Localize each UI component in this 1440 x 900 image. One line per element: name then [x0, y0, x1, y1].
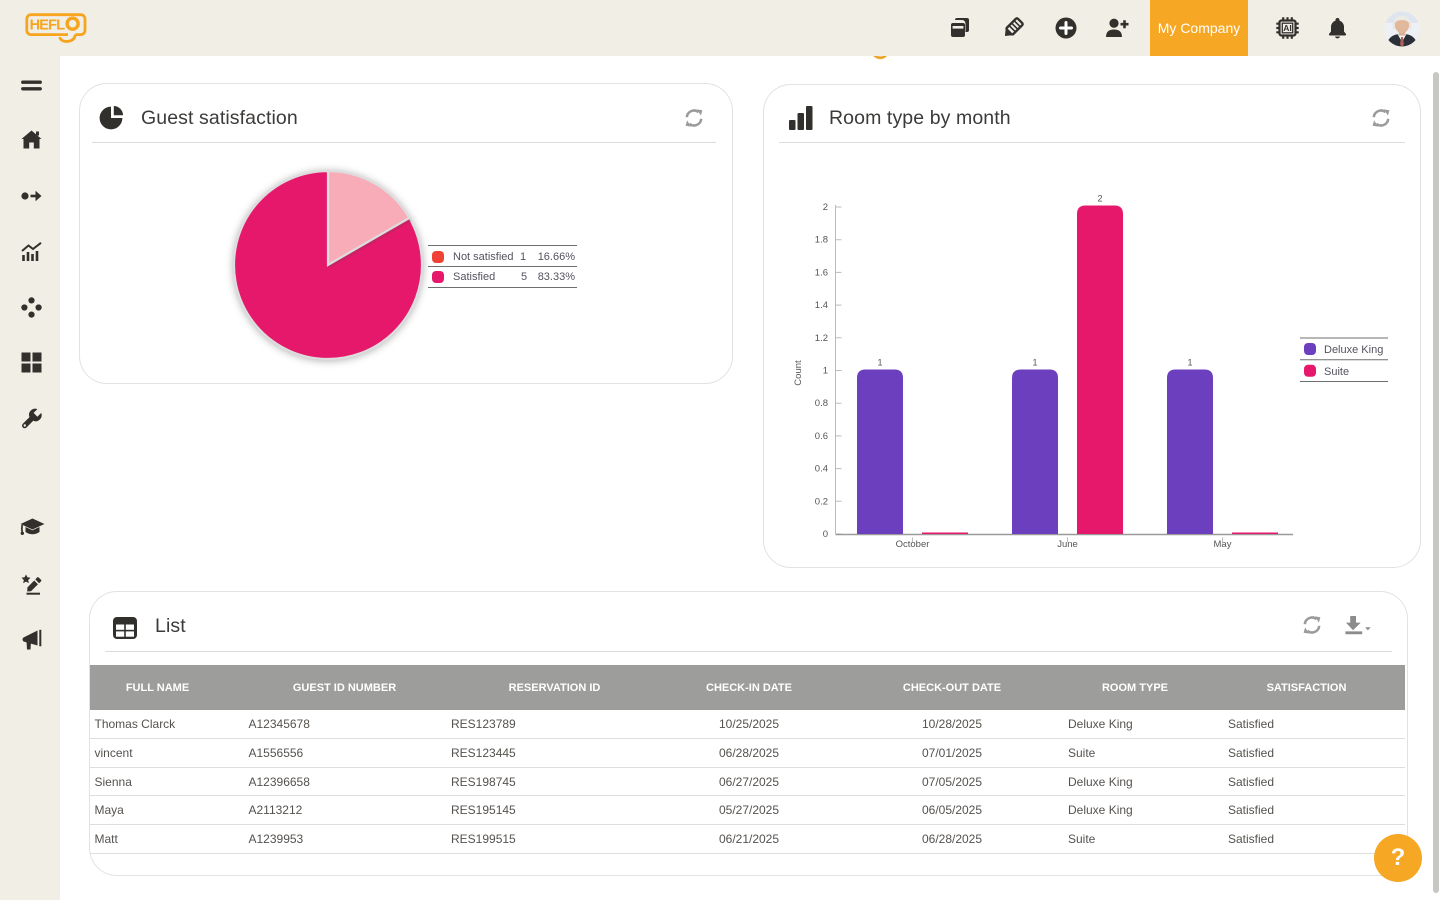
svg-text:1.4: 1.4 [815, 300, 828, 311]
svg-text:1.8: 1.8 [815, 235, 828, 246]
svg-text:HEFL: HEFL [30, 18, 66, 34]
svg-text:0.4: 0.4 [815, 464, 828, 475]
svg-text:0.8: 0.8 [815, 398, 828, 409]
svg-text:2: 2 [1097, 194, 1102, 204]
svg-text:0: 0 [823, 529, 828, 540]
svg-text:Count: Count [793, 360, 804, 386]
svg-text:AI: AI [1283, 23, 1292, 33]
svg-text:1.2: 1.2 [815, 333, 828, 344]
svg-text:0.2: 0.2 [815, 496, 828, 507]
svg-text:1: 1 [823, 366, 828, 377]
svg-text:Suite: Suite [1324, 366, 1349, 378]
svg-text:1: 1 [1187, 358, 1192, 368]
svg-text:2: 2 [823, 202, 828, 213]
svg-text:1.6: 1.6 [815, 267, 828, 278]
svg-text:0.6: 0.6 [815, 431, 828, 442]
svg-text:Deluxe King: Deluxe King [1324, 344, 1383, 356]
svg-text:1: 1 [877, 358, 882, 368]
svg-text:1: 1 [1032, 358, 1037, 368]
